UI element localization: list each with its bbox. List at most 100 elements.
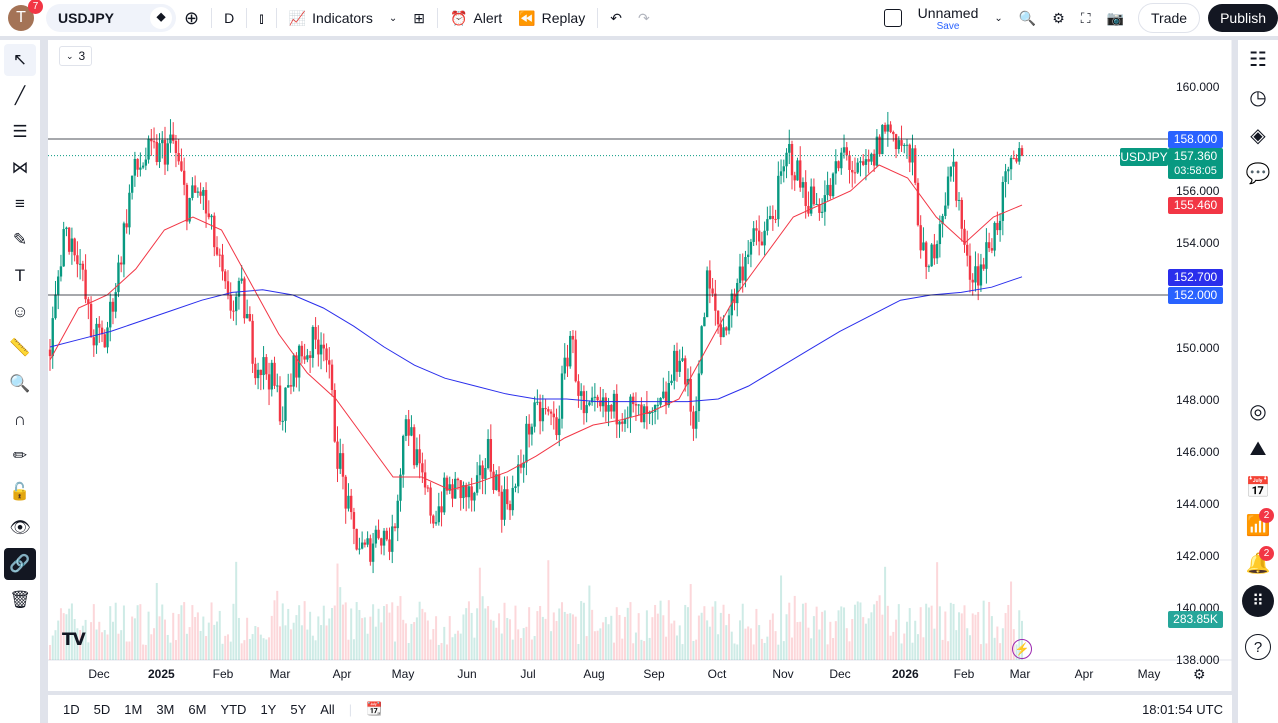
- candle-body: [982, 264, 985, 269]
- candle-body: [527, 423, 531, 435]
- volume-bar: [259, 634, 262, 660]
- candle-body: [273, 362, 276, 386]
- candle-body: [98, 323, 101, 328]
- volume-bar: [826, 644, 829, 660]
- candle-body: [396, 500, 399, 529]
- candle-body: [716, 310, 720, 325]
- price-chart[interactable]: [0, 0, 1278, 723]
- volume-bar: [446, 644, 449, 660]
- volume-bar: [525, 626, 528, 660]
- candle-body: [968, 255, 972, 280]
- candle-body: [464, 485, 468, 498]
- volume-bar: [941, 639, 944, 660]
- range-5y[interactable]: 5Y: [283, 702, 313, 717]
- date-range-icon[interactable]: 📆: [359, 701, 389, 717]
- candle-body: [673, 350, 676, 381]
- candle-body: [388, 539, 391, 552]
- volume-bar: [561, 602, 564, 660]
- candle-body: [473, 492, 476, 501]
- range-1d[interactable]: 1D: [56, 702, 87, 717]
- candle-body: [147, 138, 150, 160]
- candle-body: [352, 512, 356, 529]
- range-ytd[interactable]: YTD: [213, 702, 253, 717]
- price-tick: 138.000: [1176, 653, 1220, 668]
- volume-bar: [432, 629, 435, 660]
- candle-body: [766, 219, 769, 231]
- range-5d[interactable]: 5D: [87, 702, 118, 717]
- volume-bar: [670, 623, 673, 660]
- candle-body: [955, 161, 958, 201]
- ma-fast-tag: 155.460: [1168, 197, 1223, 214]
- volume-bar: [153, 628, 156, 660]
- volume-bar: [237, 617, 240, 660]
- time-axis-settings-icon[interactable]: ⚙: [1193, 666, 1206, 683]
- volume-bar: [467, 601, 470, 660]
- volume-bar: [979, 644, 982, 660]
- volume-bar: [815, 606, 818, 660]
- candle-body: [859, 161, 862, 163]
- volume-bar: [177, 614, 180, 660]
- candle-body: [330, 364, 334, 390]
- range-1y[interactable]: 1Y: [253, 702, 283, 717]
- volume-bar: [120, 630, 123, 660]
- volume-bar: [678, 625, 681, 660]
- range-3m[interactable]: 3M: [149, 702, 181, 717]
- candle-body: [569, 335, 572, 367]
- volume-bar: [508, 619, 511, 660]
- range-1m[interactable]: 1M: [117, 702, 149, 717]
- volume-bar: [487, 606, 490, 660]
- candle-body: [881, 124, 884, 155]
- volume-bar: [352, 639, 355, 660]
- range-6m[interactable]: 6M: [181, 702, 213, 717]
- candle-body: [588, 402, 591, 406]
- range-all[interactable]: All: [313, 702, 341, 717]
- clock[interactable]: 18:01:54 UTC: [1135, 702, 1230, 717]
- indicator-collapse-button[interactable]: ⌄ 3: [59, 46, 93, 66]
- candle-body: [65, 227, 68, 230]
- candle-body: [544, 408, 547, 410]
- volume-bar: [563, 611, 566, 660]
- volume-bar: [936, 562, 939, 660]
- volume-bar: [870, 612, 873, 660]
- volume-bar: [163, 619, 166, 660]
- volume-bar: [840, 606, 843, 660]
- flash-icon[interactable]: ⚡: [1012, 639, 1032, 659]
- candle-body: [525, 423, 528, 463]
- candle-body: [281, 420, 284, 422]
- candle-body: [694, 411, 698, 429]
- volume-bar: [248, 638, 251, 660]
- volume-bar: [306, 629, 309, 660]
- candle-body: [851, 169, 854, 173]
- candle-body: [207, 213, 211, 218]
- time-tick: Jun: [457, 667, 477, 681]
- volume-bar: [640, 639, 643, 660]
- volume-bar: [440, 643, 443, 660]
- candle-body: [637, 404, 640, 406]
- volume-bar: [626, 607, 629, 660]
- candle-body: [369, 538, 372, 562]
- volume-bar: [374, 626, 377, 660]
- candle-body: [517, 464, 520, 487]
- candle-body: [670, 380, 673, 383]
- candle-body: [355, 528, 358, 550]
- volume-bar: [796, 622, 799, 660]
- candle-body: [993, 222, 996, 251]
- volume-bar: [443, 626, 446, 660]
- candle-body: [900, 140, 903, 146]
- ma-slow-tag: 152.700: [1168, 269, 1223, 286]
- volume-bar: [87, 642, 90, 660]
- candle-body: [196, 191, 200, 193]
- volume-bar: [320, 625, 323, 660]
- volume-bar: [235, 561, 238, 660]
- volume-bar: [949, 602, 952, 660]
- volume-bar: [377, 608, 380, 660]
- price-tick: 150.000: [1176, 340, 1220, 355]
- candle-body: [407, 419, 410, 436]
- volume-bar: [944, 611, 947, 660]
- candle-body: [130, 175, 134, 193]
- candle-body: [722, 327, 725, 338]
- candle-body: [582, 391, 586, 414]
- candle-body: [927, 266, 931, 268]
- volume-bar: [257, 627, 260, 660]
- volume-bar: [142, 644, 145, 660]
